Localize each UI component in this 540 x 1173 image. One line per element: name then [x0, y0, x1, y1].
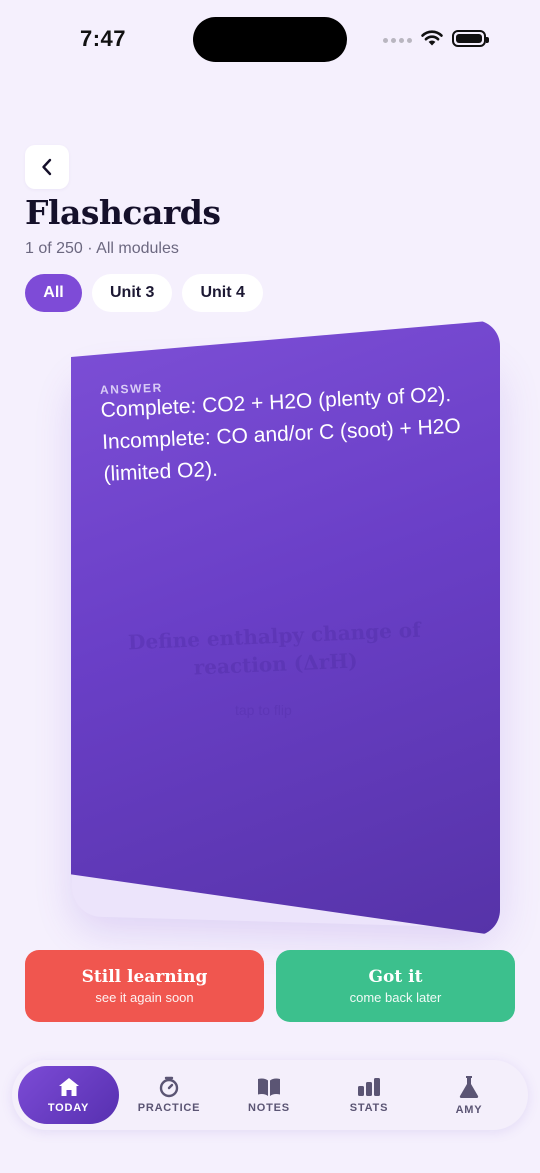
tab-label: PRACTICE [137, 1102, 201, 1114]
home-icon [58, 1078, 79, 1096]
still-learning-label: Still learning [81, 967, 208, 987]
timer-icon [159, 1076, 179, 1098]
tab-label: NOTES [248, 1102, 290, 1114]
tab-label: TODAY [47, 1102, 90, 1114]
tab-practice[interactable]: PRACTICE [120, 1066, 218, 1124]
got-it-sub: come back later [349, 990, 442, 1005]
still-learning-sub: see it again soon [95, 990, 194, 1005]
still-learning-button[interactable]: Still learning see it again soon [25, 950, 264, 1022]
tab-notes[interactable]: NOTES [220, 1066, 318, 1124]
tab-bar: TODAY PRACTICE NOTES STATS AMY [12, 1060, 528, 1130]
tab-label: STATS [349, 1102, 389, 1114]
got-it-label: Got it [368, 967, 423, 987]
tab-label: AMY [455, 1104, 483, 1116]
tab-stats[interactable]: STATS [320, 1066, 418, 1124]
tab-today[interactable]: TODAY [18, 1066, 119, 1124]
flask-icon [459, 1076, 479, 1098]
card-answer-text: Complete: CO2 + H2O (plenty of O2). Inco… [100, 383, 462, 486]
flashcard[interactable]: Define enthalpy change of reaction (ΔrH)… [0, 0, 540, 1000]
card-flip-hint-ghost: tap to flip [235, 702, 292, 718]
book-icon [258, 1078, 280, 1096]
bar-chart-icon [358, 1078, 380, 1096]
tab-amy[interactable]: AMY [420, 1066, 518, 1124]
got-it-button[interactable]: Got it come back later [276, 950, 515, 1022]
